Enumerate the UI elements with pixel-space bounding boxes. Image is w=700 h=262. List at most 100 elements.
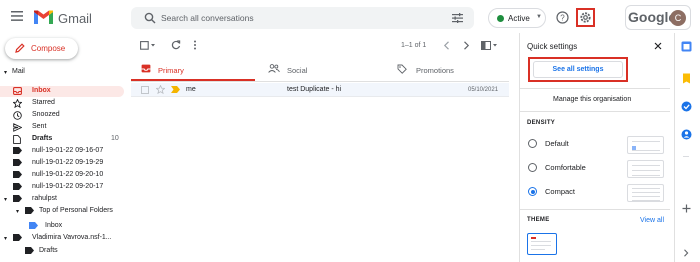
density-default-radio[interactable] <box>528 139 537 148</box>
density-default-label: Default <box>545 139 569 148</box>
chevron-right-icon[interactable] <box>463 41 470 50</box>
search-input[interactable]: Search all conversations <box>161 13 254 23</box>
drafts-count: 10 <box>111 135 119 142</box>
pencil-icon <box>15 43 25 53</box>
email-sender: me <box>186 86 196 93</box>
compose-label: Compose <box>31 44 66 53</box>
label-icon <box>25 247 34 254</box>
divider <box>519 209 670 210</box>
contacts-icon[interactable] <box>681 129 692 140</box>
divider <box>519 88 670 89</box>
label-icon <box>13 234 22 241</box>
expand-arrow-icon[interactable]: ▾ <box>4 196 7 203</box>
draft-icon <box>13 135 21 144</box>
sidebar-item-inbox[interactable]: Inbox <box>0 86 124 97</box>
see-all-settings-button[interactable]: See all settings <box>533 61 623 78</box>
send-icon <box>13 123 22 132</box>
label-icon <box>13 147 22 154</box>
close-icon[interactable] <box>654 42 662 50</box>
sidebar-item-drafts[interactable]: Drafts 10 <box>0 134 124 145</box>
inbox-icon <box>141 64 151 73</box>
view-all-themes-link[interactable]: View all <box>640 217 664 224</box>
tab-promotions[interactable]: Promotions <box>416 66 454 75</box>
table-row[interactable]: me test Duplicate - hi 05/10/2021 <box>131 83 509 97</box>
inbox-icon <box>13 87 22 95</box>
svg-text:?: ? <box>560 13 565 22</box>
google-wordmark: Google <box>628 9 677 25</box>
gear-icon[interactable] <box>579 11 592 24</box>
more-vert-icon[interactable] <box>193 40 197 50</box>
status-dropdown[interactable]: Active ▼ <box>488 8 546 28</box>
density-default-preview[interactable] <box>627 136 664 154</box>
label-icon <box>13 159 22 166</box>
app-name: Gmail <box>58 11 92 26</box>
theme-heading: THEME <box>527 217 550 223</box>
sidebar-item-label[interactable]: null-19-01-22 09-19-29 <box>0 158 124 169</box>
split-pane-icon[interactable] <box>481 41 498 50</box>
status-dot <box>497 15 504 22</box>
theme-thumbnail[interactable] <box>527 233 557 255</box>
tasks-icon[interactable] <box>681 101 692 112</box>
people-icon <box>268 64 280 73</box>
density-comfortable-preview[interactable] <box>627 160 664 178</box>
label-icon <box>29 222 38 229</box>
expand-arrow-icon[interactable]: ▾ <box>16 208 19 215</box>
density-heading: DENSITY <box>527 120 556 126</box>
select-all-checkbox[interactable] <box>140 41 156 50</box>
sidebar-item-label[interactable]: ▾ Vladimira Vavrova.nsf-1... <box>0 233 124 244</box>
label-icon <box>13 171 22 178</box>
sidebar-item-starred[interactable]: Starred <box>0 98 124 109</box>
tab-primary[interactable]: Primary <box>158 66 184 75</box>
label-icon <box>13 195 22 202</box>
sidebar-item-label[interactable]: Drafts <box>0 246 124 257</box>
tabs-divider <box>131 81 509 82</box>
mail-section-label: Mail <box>12 68 25 75</box>
side-panel-rail <box>674 33 700 262</box>
sidebar-item-label[interactable]: null-19-01-22 09-20-17 <box>0 182 124 193</box>
divider <box>519 111 670 112</box>
sidebar-item-label[interactable]: null-19-01-22 09-20-10 <box>0 170 124 181</box>
label-icon <box>25 207 34 214</box>
chevron-down-icon: ▼ <box>536 14 542 20</box>
density-compact-label: Compact <box>545 187 576 196</box>
email-subject: test Duplicate - hi <box>287 86 342 93</box>
row-checkbox[interactable] <box>141 86 149 94</box>
chevron-right-icon[interactable] <box>683 249 689 257</box>
sidebar-item-label[interactable]: ▾ Top of Personal Folders <box>0 206 124 217</box>
main-menu-icon[interactable] <box>11 11 23 21</box>
density-comfortable-label: Comfortable <box>545 163 586 172</box>
compose-button[interactable]: Compose <box>5 38 78 59</box>
avatar[interactable]: C <box>670 10 686 26</box>
sidebar-item-snoozed[interactable]: Snoozed <box>0 110 124 121</box>
manage-organisation-link[interactable]: Manage this organisation <box>553 96 631 103</box>
star-icon[interactable] <box>156 85 165 94</box>
divider <box>683 156 689 157</box>
density-compact-preview[interactable] <box>627 184 664 202</box>
tag-icon <box>397 64 407 74</box>
expand-arrow-icon[interactable]: ▾ <box>4 235 7 242</box>
add-addon-icon[interactable] <box>682 204 691 213</box>
search-bar[interactable]: Search all conversations <box>131 7 474 29</box>
sidebar-item-label[interactable]: Inbox <box>0 221 124 232</box>
density-compact-radio[interactable] <box>528 187 537 196</box>
sidebar-item-label[interactable]: ▾ rahulpst <box>0 194 124 205</box>
help-icon[interactable]: ? <box>556 11 569 24</box>
star-icon <box>13 99 22 108</box>
label-icon <box>13 183 22 190</box>
keep-icon[interactable] <box>681 73 692 84</box>
clock-icon <box>13 111 22 120</box>
importance-marker-icon[interactable] <box>171 86 180 93</box>
pagination-text: 1–1 of 1 <box>401 42 427 49</box>
density-comfortable-radio[interactable] <box>528 163 537 172</box>
search-options-icon[interactable] <box>452 13 463 23</box>
gmail-logo-icon[interactable] <box>33 9 54 25</box>
search-icon[interactable] <box>144 12 156 24</box>
calendar-icon[interactable] <box>681 41 692 52</box>
sidebar-item-sent[interactable]: Sent <box>0 122 124 133</box>
refresh-icon[interactable] <box>171 40 181 50</box>
tab-social[interactable]: Social <box>287 66 307 75</box>
chevron-left-icon[interactable] <box>443 41 450 50</box>
email-date: 05/10/2021 <box>468 87 499 93</box>
sidebar-item-label[interactable]: null-19-01-22 09-16-07 <box>0 146 124 157</box>
quick-settings-title: Quick settings <box>527 42 578 51</box>
